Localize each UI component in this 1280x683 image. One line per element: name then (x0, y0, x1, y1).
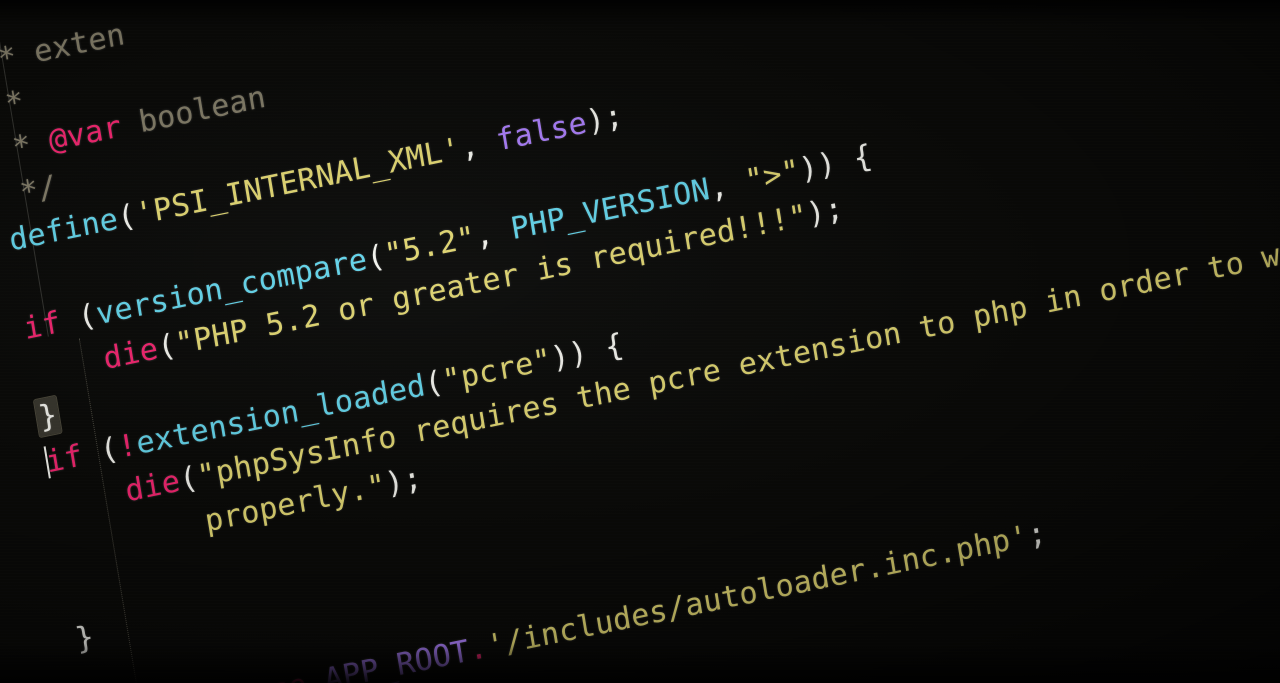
matching-brace-highlight: } (32, 394, 64, 439)
code-token-plain: , (706, 164, 749, 207)
code-token-string: ">" (742, 153, 803, 200)
screenshot-root: * exten * * @var boolean */define('PSI_I… (0, 0, 1280, 683)
code-token-plain: ); (583, 97, 626, 141)
code-token-keyword: @var (46, 109, 125, 159)
code-token-plain: } (72, 618, 97, 658)
monitor-screen-surface: * exten * * @var boolean */define('PSI_I… (0, 0, 1280, 683)
code-token-plain: ( (57, 297, 100, 340)
code-token-plain: ); (804, 190, 846, 233)
code-token-plain: , (472, 212, 515, 255)
code-token-keyword: if (21, 304, 64, 348)
code-token-plain: ( (79, 430, 122, 473)
code-token-plain: ); (382, 459, 425, 502)
code-token-comment: * (10, 127, 34, 167)
code-text-area[interactable]: * exten * * @var boolean */define('PSI_I… (0, 0, 1280, 683)
code-token-keyword: die (122, 463, 183, 510)
code-token-comment: */ (0, 168, 60, 215)
code-token-plain: )) { (796, 138, 875, 188)
code-token-keyword: if (43, 437, 86, 480)
code-token-comment: * (2, 83, 27, 122)
code-token-plain: , (457, 123, 500, 167)
code-editor[interactable]: * exten * * @var boolean */define('PSI_I… (0, 0, 1280, 683)
code-token-keyword: die (100, 330, 161, 377)
